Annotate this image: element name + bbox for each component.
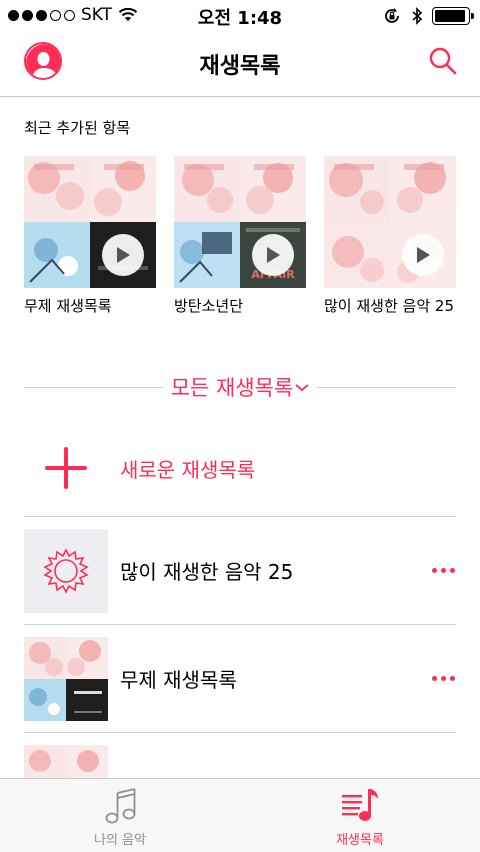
new-playlist-button[interactable]: 새로운 재생목록 [24,438,456,498]
tab-bar: 나의 음악 재생목록 [0,778,480,852]
play-icon[interactable] [102,234,144,276]
playlist-title: 많이 재생한 음악 25 [120,560,294,584]
recent-card-bts[interactable]: AFFAIR 방탄소년단 [174,156,306,317]
recently-added-list: 무제 재생목록 AFFAIR 방탄소년단 많이 재생한 음악 25 [24,156,456,317]
page-title: 재생목록 [199,54,281,79]
chevron-down-icon [295,384,309,392]
new-playlist-label: 새로운 재생목록 [120,457,256,482]
recent-card-title: 많이 재생한 음악 25 [324,297,454,315]
all-playlists-button[interactable]: 모든 재생목록 [163,372,318,402]
tab-my-music[interactable]: 나의 음악 [0,779,240,852]
list-item[interactable]: 무제 재생목록 [24,624,456,732]
smart-playlist-thumb [24,528,108,613]
divider [24,386,163,388]
tab-label: 나의 음악 [94,833,146,848]
list-item[interactable]: 많이 재생한 음악 25 [24,516,456,624]
recent-card-top25[interactable]: 많이 재생한 음악 25 [324,156,456,317]
album-collage[interactable] [24,156,156,288]
rotation-lock-icon [385,8,399,23]
recent-card-title: 방탄소년단 [174,297,244,315]
playlist-icon [342,789,378,821]
navigation-bar: 재생목록 [0,32,480,97]
more-options-icon[interactable] [432,563,456,577]
tab-label: 재생목록 [336,833,384,848]
album-collage [24,636,108,721]
divider [317,386,457,388]
tab-playlists[interactable]: 재생목록 [240,779,480,852]
search-icon[interactable] [428,46,458,76]
album-collage[interactable] [324,156,456,288]
playlist-title: 무제 재생목록 [120,668,237,692]
gear-icon [43,547,89,594]
all-playlists-section: 모든 재생목록 [24,372,457,402]
play-icon[interactable] [252,234,294,276]
bluetooth-icon [412,7,423,25]
recently-added-header: 최근 추가된 항목 [24,119,131,137]
battery-icon [432,7,474,25]
status-bar: SKT 오전 1:48 [0,0,480,32]
recent-card-untitled[interactable]: 무제 재생목록 [24,156,156,317]
music-note-icon [105,788,136,824]
play-icon[interactable] [402,234,444,276]
more-options-icon[interactable] [432,671,456,685]
status-right [382,6,474,26]
plus-icon [24,446,108,490]
recent-card-title: 무제 재생목록 [24,297,112,315]
album-collage[interactable]: AFFAIR [174,156,306,288]
all-playlists-label: 모든 재생목록 [170,376,294,400]
battery-level [435,10,466,22]
